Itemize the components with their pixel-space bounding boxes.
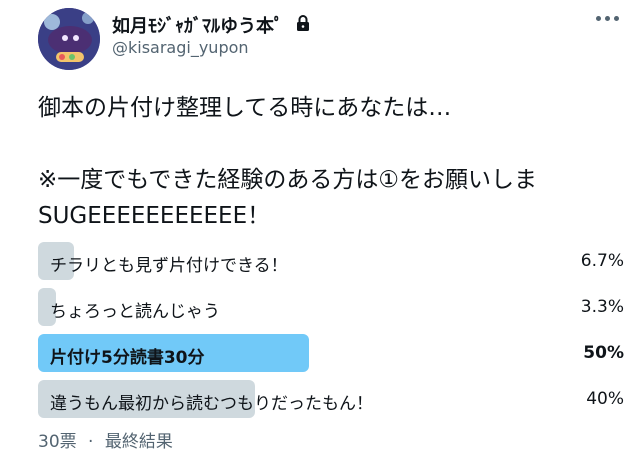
poll-option-percent: 3.3% [580,297,624,317]
handle[interactable]: @kisaragi_yupon [112,38,249,57]
poll-option: 片付け5分読書30分 50% [38,334,628,372]
poll-option-percent: 50% [583,343,624,363]
poll-option: 違うもん最初から読むつもりだったもん！ 40% [38,380,628,418]
more-dot [605,15,610,21]
poll-option-label: チラリとも見ず片付けできる！ [50,256,288,276]
more-icon[interactable] [596,14,620,22]
lock-icon [294,14,312,32]
poll-option-label: 片付け5分読書30分 [50,348,205,368]
poll-option-label: 違うもん最初から読むつもりだったもん！ [50,394,373,414]
display-name[interactable]: 如月ﾓｼﾞｬｶﾞﾏﾙゆう本ﾟ [112,12,283,38]
poll: チラリとも見ず片付けできる！ 6.7% ちょろっと読んじゃう 3.3% 片付け5… [38,242,628,426]
poll-option-label: ちょろっと読んじゃう [50,302,220,322]
poll-option: ちょろっと読んじゃう 3.3% [38,288,628,326]
tweet-text: 御本の片付け整理してる時にあなたは… ※一度でもできた経験のある方は①をお願いし… [38,95,537,229]
avatar-image [38,8,100,70]
avatar[interactable] [38,8,100,70]
more-dot [614,15,619,21]
poll-separator: · [88,432,94,452]
poll-status: 最終結果 [104,432,173,452]
poll-option: チラリとも見ず片付けできる！ 6.7% [38,242,628,280]
poll-votes: 30票 [38,432,77,452]
poll-option-percent: 40% [586,389,624,409]
poll-option-percent: 6.7% [580,251,624,271]
more-dot [596,15,601,21]
poll-meta: 30票 · 最終結果 [38,427,173,452]
